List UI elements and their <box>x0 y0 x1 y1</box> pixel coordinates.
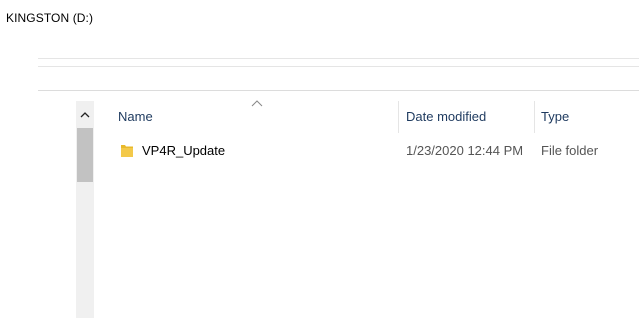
column-separator[interactable] <box>398 101 399 133</box>
chevron-up-icon <box>80 111 90 117</box>
file-date-modified: 1/23/2020 12:44 PM <box>406 143 524 158</box>
column-header-bar: Name Date modified Type <box>94 100 639 133</box>
column-header-type[interactable]: Type <box>541 101 569 133</box>
window-title: KINGSTON (D:) <box>6 11 94 25</box>
file-name: VP4R_Update <box>142 143 226 158</box>
scrollbar-thumb[interactable] <box>77 128 93 182</box>
file-list-item[interactable]: VP4R_Update 1/23/2020 12:44 PM File fold… <box>94 140 639 162</box>
divider <box>38 58 639 59</box>
divider <box>38 66 639 67</box>
file-explorer-window: KINGSTON (D:) Name Date modified Type VP… <box>0 0 639 318</box>
column-header-name[interactable]: Name <box>118 101 153 133</box>
vertical-scrollbar[interactable] <box>76 101 94 318</box>
scroll-up-button[interactable] <box>76 101 94 127</box>
folder-icon <box>121 145 133 157</box>
column-separator[interactable] <box>534 101 535 133</box>
divider <box>38 90 639 91</box>
column-header-date-modified[interactable]: Date modified <box>406 101 486 133</box>
sort-ascending-icon <box>251 100 263 107</box>
file-type: File folder <box>541 143 599 158</box>
